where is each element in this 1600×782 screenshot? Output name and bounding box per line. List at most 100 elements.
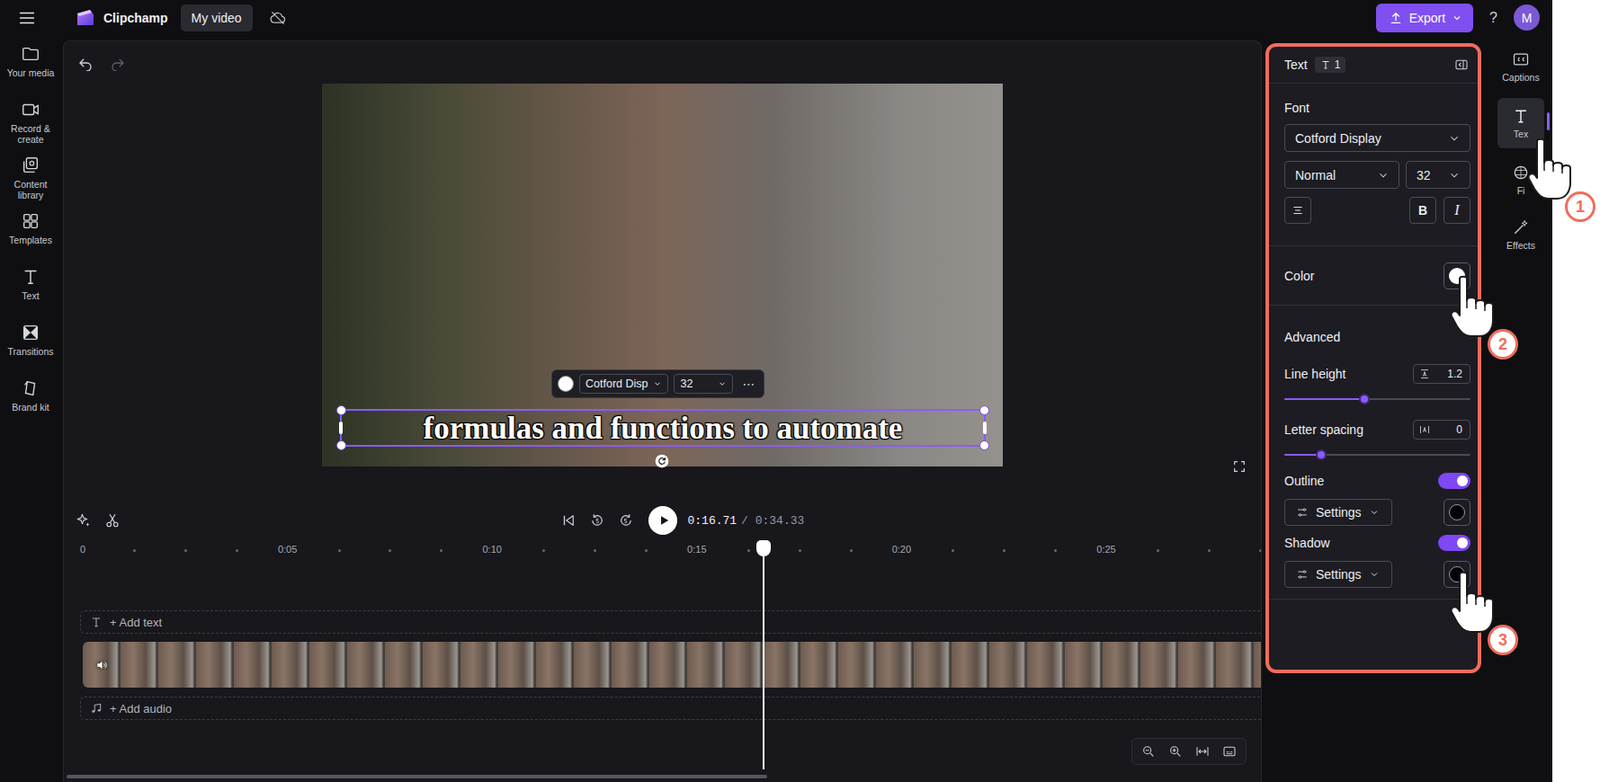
ruler-label: 0 [80, 544, 86, 555]
slider-thumb[interactable] [1315, 449, 1327, 461]
side-tab[interactable]: Captions [1497, 43, 1545, 90]
collapse-panel-icon[interactable] [1454, 57, 1469, 72]
panel-title: Text [1284, 57, 1308, 72]
effects-wand-icon [1511, 218, 1530, 237]
video-preview[interactable]: Cotford Disp32 ⋯ formulas and functions to… [321, 83, 1003, 467]
user-avatar[interactable]: M [1513, 4, 1540, 31]
slider-setting: Letter spacing0 [1284, 420, 1471, 456]
nav-item[interactable]: Transitions [1, 322, 60, 374]
ruler-tick [798, 549, 802, 553]
side-tab[interactable]: Tex [1497, 98, 1545, 149]
ruler-tick [235, 549, 239, 553]
sparkle-icon[interactable] [75, 512, 92, 529]
slider-track[interactable] [1284, 454, 1471, 456]
font-family-dropdown[interactable]: Cotford Display [1284, 124, 1471, 152]
ruler-tick [1156, 549, 1160, 553]
nav-item[interactable]: Templates [1, 211, 60, 262]
italic-button[interactable]: I [1443, 196, 1471, 224]
text-color-swatch[interactable] [1443, 262, 1471, 290]
zoom-out-icon[interactable] [1141, 744, 1156, 760]
play-button[interactable] [648, 506, 678, 536]
captions-toggle-icon[interactable] [1222, 744, 1237, 760]
rotate-icon[interactable] [654, 454, 670, 469]
text-track[interactable]: + Add text [80, 610, 1261, 635]
project-name-field[interactable]: My video [180, 4, 253, 32]
top-bar-right: Export? M [1376, 3, 1540, 33]
audio-track[interactable]: + Add audio [80, 697, 1261, 721]
slider-value: 1.2 [1447, 367, 1463, 381]
caption-text-box[interactable]: formulas and functions to automate [339, 409, 986, 447]
horizontal-scrollbar[interactable] [66, 775, 768, 779]
side-tab[interactable]: Effects [1497, 211, 1545, 259]
resize-handle[interactable] [979, 405, 990, 416]
side-tabs: Captions Tex Fi Effects [1489, 43, 1553, 782]
skip-back-icon[interactable] [560, 512, 577, 529]
fit-timeline-icon[interactable] [1195, 744, 1210, 760]
slider-track[interactable] [1284, 398, 1471, 401]
help-button[interactable]: ? [1487, 9, 1500, 27]
selected-indicator [1546, 112, 1550, 131]
text-color-swatch[interactable] [557, 375, 574, 393]
volume-icon[interactable] [95, 659, 108, 672]
brand[interactable]: Clipchamp [74, 7, 169, 29]
effect-color-swatch[interactable] [1443, 561, 1471, 589]
playhead-line [762, 551, 765, 770]
redo-icon[interactable] [109, 54, 126, 72]
step-number: 3 [1487, 625, 1519, 656]
clipchamp-logo-icon [74, 7, 97, 29]
bold-button[interactable]: B [1409, 196, 1437, 224]
rewind-5-icon[interactable] [589, 512, 606, 529]
video-track-clip[interactable] [82, 642, 1261, 689]
add-audio-label: + Add audio [109, 702, 172, 716]
font-label: Font [1284, 100, 1471, 116]
tutorial-annotation: 3 [1446, 571, 1520, 658]
cloud-off-icon[interactable] [268, 8, 287, 27]
chevron-down-icon [1368, 507, 1380, 519]
nav-label: Transitions [8, 346, 54, 358]
size-dropdown[interactable]: 32 [673, 374, 733, 394]
align-button[interactable] [1284, 196, 1312, 224]
side-tab[interactable]: Fi [1497, 156, 1545, 204]
effect-toggle-setting: OutlineSettings [1284, 470, 1471, 527]
nav-item[interactable]: Brand kit [1, 378, 60, 430]
ruler-tick [747, 549, 751, 553]
forward-5-icon[interactable] [617, 512, 635, 529]
time-ruler[interactable]: 00:050:100:150:200:25 [82, 538, 1261, 563]
export-button[interactable]: Export [1376, 3, 1474, 33]
chevron-down-icon [1368, 569, 1380, 581]
nav-item[interactable]: Record & create [1, 99, 60, 151]
nav-item[interactable]: Content library [1, 155, 60, 206]
music-note-icon [89, 702, 103, 716]
resize-handle[interactable] [979, 440, 990, 451]
settings-button[interactable]: Settings [1284, 561, 1393, 589]
skip-controls [560, 512, 635, 529]
font-dropdown[interactable]: Cotford Disp [579, 374, 669, 394]
left-nav: Your mediaRecord & createContent library… [0, 35, 62, 782]
scissors-icon[interactable] [104, 512, 121, 529]
ruler-tick [1054, 549, 1057, 553]
toggle-switch[interactable] [1438, 535, 1471, 552]
export-label: Export [1409, 10, 1446, 26]
font-size-dropdown[interactable]: 32 [1405, 160, 1471, 189]
undo-icon[interactable] [77, 54, 94, 72]
resize-handle[interactable] [983, 421, 987, 435]
resize-handle[interactable] [336, 440, 347, 451]
ruler-label: 0:05 [277, 544, 297, 555]
tutorial-annotation: 2 [1446, 275, 1520, 362]
resize-handle[interactable] [336, 405, 347, 416]
slider-value-field[interactable]: 1.2 [1412, 364, 1471, 385]
fullscreen-icon[interactable] [1232, 459, 1247, 474]
more-button[interactable]: ⋯ [738, 376, 759, 392]
chevron-down-icon [717, 379, 727, 389]
nav-item[interactable]: Text [1, 267, 60, 318]
slider-thumb[interactable] [1358, 393, 1370, 405]
settings-button[interactable]: Settings [1284, 499, 1393, 527]
effect-color-swatch[interactable] [1443, 499, 1471, 527]
font-weight-dropdown[interactable]: Normal [1284, 160, 1400, 189]
resize-handle[interactable] [339, 421, 343, 435]
nav-item[interactable]: Your media [1, 44, 60, 95]
hamburger-icon[interactable] [17, 8, 37, 28]
zoom-in-icon[interactable] [1168, 744, 1183, 760]
slider-value-field[interactable]: 0 [1412, 420, 1471, 440]
toggle-switch[interactable] [1438, 473, 1471, 490]
